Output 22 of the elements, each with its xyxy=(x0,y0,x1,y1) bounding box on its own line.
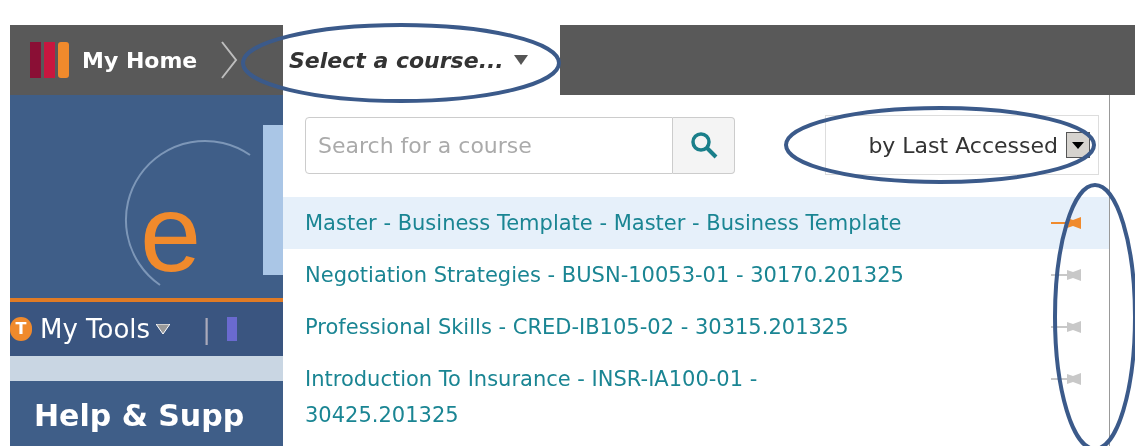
course-row[interactable]: Master - Business Template - Master - Business Template xyxy=(283,197,1109,249)
caret-icon xyxy=(513,55,528,65)
course-link[interactable]: Negotiation Strategies - BUSN-10053-01 - 30170.201325 xyxy=(305,257,904,293)
caret-icon xyxy=(156,324,171,334)
search-field[interactable]: Search for a course xyxy=(305,116,673,174)
search-button[interactable] xyxy=(673,116,735,174)
course-link[interactable]: Master - Business Template - Master - Business Template xyxy=(305,205,902,241)
logo-icon xyxy=(30,40,72,80)
chevron-icon xyxy=(219,40,240,80)
tools-badge: T xyxy=(10,317,32,341)
card-title: Help & Supp xyxy=(34,398,245,433)
course-row[interactable]: Negotiation Strategies - BUSN-10053-01 - 30170.201325 xyxy=(283,249,1109,301)
home-link[interactable]: My Home xyxy=(82,43,198,77)
course-link[interactable]: Professional Skills - CRED-IB105-02 - 30315.201325 xyxy=(305,309,849,345)
course-row[interactable]: Introduction To Insurance - INSR-IA100-01 - 30425.201325 xyxy=(283,353,1109,441)
my-tools-menu[interactable]: My Tools xyxy=(40,309,171,349)
separator: | xyxy=(202,312,211,347)
course-row[interactable]: Professional Skills - CRED-IB105-02 - 30315.201325 xyxy=(283,301,1109,353)
logo-letter: e xyxy=(140,178,202,288)
search-icon xyxy=(689,131,718,159)
sort-select[interactable]: by Last Accessed xyxy=(825,115,1099,175)
course-link[interactable]: Introduction To Insurance - INSR-IA100-01 - 30425.201325 xyxy=(305,361,758,433)
